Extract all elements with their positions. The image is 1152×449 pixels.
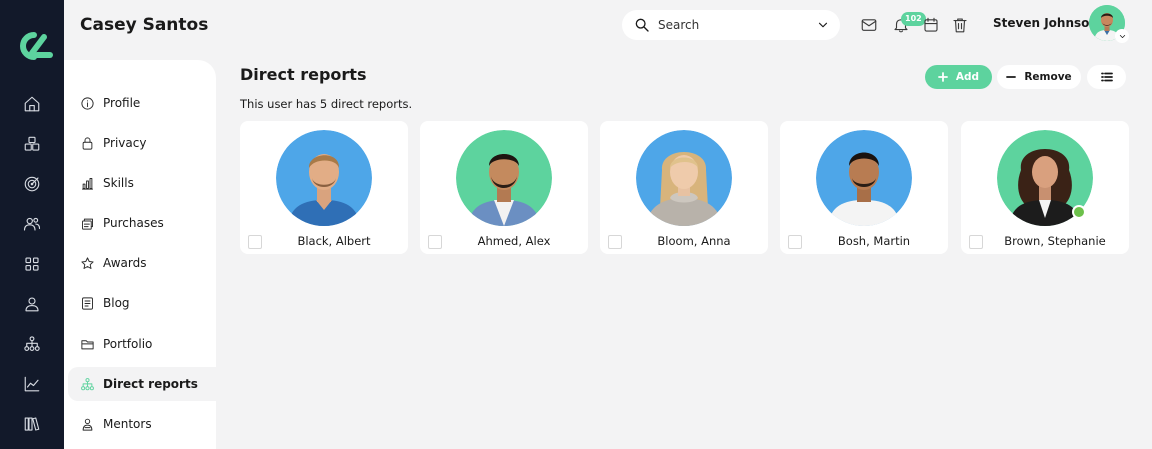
- account-name[interactable]: Steven Johnson: [993, 16, 1098, 30]
- library-icon[interactable]: [20, 412, 44, 436]
- avatar: [636, 130, 732, 226]
- menu-item-label: Skills: [103, 176, 134, 190]
- menu-item-mentors[interactable]: Mentors: [68, 407, 216, 441]
- menu-item-label: Blog: [103, 296, 130, 310]
- report-card[interactable]: Bloom, Anna: [600, 121, 768, 254]
- chart-icon[interactable]: [20, 372, 44, 396]
- star-icon: [81, 256, 94, 269]
- section-title: Direct reports: [240, 65, 367, 84]
- search-bar[interactable]: [622, 10, 840, 40]
- report-card[interactable]: Ahmed, Alex: [420, 121, 588, 254]
- avatar: [456, 130, 552, 226]
- info-icon: [81, 96, 94, 110]
- report-card[interactable]: Bosh, Martin: [780, 121, 948, 254]
- report-card[interactable]: Black, Albert: [240, 121, 408, 254]
- report-name: Bosh, Martin: [837, 234, 911, 248]
- org-chart-icon[interactable]: [20, 332, 44, 356]
- report-name: Brown, Stephanie: [1004, 234, 1106, 248]
- menu-item-label: Direct reports: [103, 377, 198, 391]
- page-title: Casey Santos: [80, 15, 209, 35]
- select-checkbox[interactable]: [608, 235, 622, 249]
- calendar-icon[interactable]: [922, 16, 940, 34]
- report-name: Black, Albert: [297, 234, 371, 248]
- menu-item-portfolio[interactable]: Portfolio: [68, 327, 216, 361]
- search-icon: [634, 17, 650, 33]
- menu-item-skills[interactable]: Skills: [68, 166, 216, 200]
- report-name: Ahmed, Alex: [477, 234, 551, 248]
- menu-item-label: Profile: [103, 96, 141, 110]
- mail-icon[interactable]: [860, 16, 878, 34]
- layers-icon[interactable]: [20, 132, 44, 156]
- plus-icon: [938, 72, 948, 82]
- report-card[interactable]: Brown, Stephanie: [961, 121, 1129, 254]
- minus-icon: [1006, 76, 1017, 78]
- app-logo[interactable]: [12, 28, 54, 64]
- select-checkbox[interactable]: [428, 235, 442, 249]
- remove-button[interactable]: Remove: [997, 65, 1081, 89]
- search-input[interactable]: [658, 18, 816, 32]
- menu-item-label: Privacy: [103, 136, 147, 150]
- select-checkbox[interactable]: [248, 235, 262, 249]
- menu-item-label: Purchases: [103, 216, 164, 230]
- menu-item-privacy[interactable]: Privacy: [68, 126, 216, 160]
- app-rail: [0, 0, 64, 449]
- target-icon[interactable]: [20, 172, 44, 196]
- menu-item-purchases[interactable]: Purchases: [68, 206, 216, 240]
- avatar: [276, 130, 372, 226]
- profile-menu: Profile Privacy Skills Purchases Awards …: [64, 60, 216, 449]
- bar-chart-icon: [82, 177, 93, 190]
- people-icon[interactable]: [20, 212, 44, 236]
- chevron-down-icon[interactable]: [816, 18, 830, 32]
- home-icon[interactable]: [20, 92, 44, 116]
- blog-icon: [82, 296, 93, 310]
- org-icon: [81, 377, 94, 390]
- menu-item-profile[interactable]: Profile: [68, 86, 216, 120]
- menu-item-blog[interactable]: Blog: [68, 286, 216, 320]
- menu-item-label: Awards: [103, 256, 147, 270]
- report-name: Bloom, Anna: [657, 234, 731, 248]
- lock-icon: [82, 136, 93, 150]
- add-button[interactable]: Add: [925, 65, 992, 89]
- mentor-icon: [82, 418, 93, 431]
- user-icon[interactable]: [20, 292, 44, 316]
- online-status-dot: [1072, 205, 1086, 219]
- menu-item-label: Mentors: [103, 417, 152, 431]
- select-checkbox[interactable]: [969, 235, 983, 249]
- folder-icon: [81, 339, 94, 349]
- list-icon: [1100, 72, 1113, 82]
- menu-item-label: Portfolio: [103, 337, 153, 351]
- avatar: [816, 130, 912, 226]
- select-checkbox[interactable]: [788, 235, 802, 249]
- trash-icon[interactable]: [951, 16, 969, 34]
- menu-item-direct-reports[interactable]: Direct reports: [68, 367, 216, 401]
- grid-icon[interactable]: [20, 252, 44, 276]
- section-subtitle: This user has 5 direct reports.: [240, 97, 413, 111]
- list-view-button[interactable]: [1087, 65, 1126, 89]
- purchases-icon: [82, 218, 93, 230]
- menu-item-awards[interactable]: Awards: [68, 246, 216, 280]
- account-menu-chevron-icon[interactable]: [1115, 29, 1129, 43]
